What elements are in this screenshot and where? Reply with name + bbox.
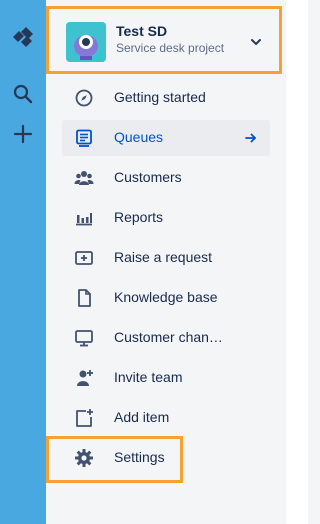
people-icon (74, 168, 94, 188)
project-type: Service desk project (116, 41, 225, 55)
nav-label: Add item (114, 409, 170, 425)
nav-item-reports[interactable]: Reports (62, 200, 270, 236)
nav-label: Getting started (114, 89, 206, 105)
nav-label: Raise a request (114, 249, 213, 265)
add-item-icon (74, 408, 94, 428)
nav-item-getting-started[interactable]: Getting started (62, 80, 270, 116)
nav-item-raise-request[interactable]: Raise a request (62, 240, 270, 276)
plus-icon[interactable] (0, 122, 46, 146)
page-icon (74, 288, 94, 308)
project-sidebar: Test SD Service desk project Getting sta… (46, 0, 286, 524)
jira-logo-icon[interactable] (0, 24, 46, 54)
nav-item-customer-channels[interactable]: Customer chan… (62, 320, 270, 356)
nav-label: Customer chan… (114, 329, 223, 345)
arrow-right-icon (244, 131, 258, 145)
nav-label: Invite team (114, 369, 183, 385)
nav-label: Customers (114, 169, 182, 185)
invite-person-icon (74, 368, 94, 388)
settings-highlight-box (46, 436, 183, 483)
nav-item-add-item[interactable]: Add item (62, 400, 270, 436)
nav-item-queues[interactable]: Queues (62, 120, 270, 156)
global-nav (0, 0, 46, 524)
nav-item-knowledge-base[interactable]: Knowledge base (62, 280, 270, 316)
monitor-icon (74, 328, 94, 348)
project-name: Test SD (116, 23, 168, 39)
queues-icon (74, 128, 94, 148)
nav-label: Queues (114, 129, 164, 145)
project-avatar-icon (66, 22, 106, 62)
nav-label: Knowledge base (114, 289, 218, 305)
reports-icon (74, 208, 94, 228)
nav-label: Reports (114, 209, 164, 225)
chevron-down-icon[interactable] (249, 35, 263, 49)
raise-request-icon (74, 248, 94, 268)
nav-item-invite-team[interactable]: Invite team (62, 360, 270, 396)
search-icon[interactable] (0, 82, 46, 106)
nav-item-customers[interactable]: Customers (62, 160, 270, 196)
project-header[interactable]: Test SD Service desk project (46, 6, 282, 74)
compass-icon (74, 88, 94, 108)
content-edge (286, 0, 308, 524)
